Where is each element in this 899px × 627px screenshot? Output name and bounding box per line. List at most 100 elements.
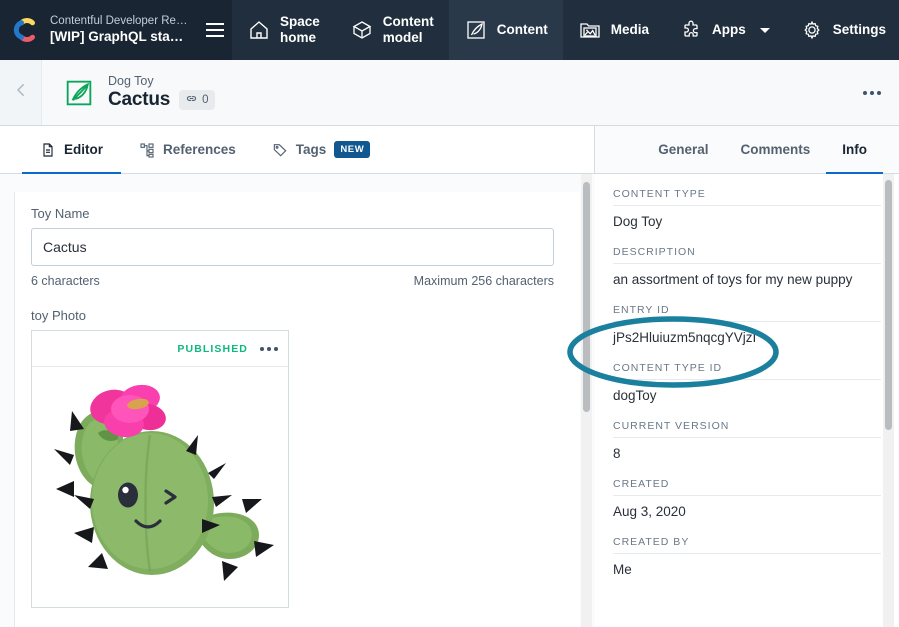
contentful-logo (12, 16, 40, 44)
entry-quill-icon (62, 76, 96, 110)
main-body: Editor References Tags NEW Toy Name Cact… (0, 126, 899, 627)
editor-pane: Editor References Tags NEW Toy Name Cact… (0, 126, 595, 627)
top-navigation-bar: Contentful Developer Rel... [WIP] GraphQ… (0, 0, 899, 60)
info-item-entry-id: ENTRY ID jPs2Hluiuzm5nqcgYVjzI (613, 304, 881, 345)
nav-item-content[interactable]: Content (448, 0, 563, 60)
references-icon (139, 142, 155, 158)
field-toy-photo: toy Photo PUBLISHED (31, 308, 564, 608)
nav-item-settings[interactable]: Settings (785, 0, 899, 60)
info-field-list: CONTENT TYPE Dog Toy DESCRIPTION an asso… (595, 174, 899, 577)
nav-label-settings: Settings (832, 22, 887, 38)
tag-icon (272, 142, 288, 158)
hamburger-icon[interactable] (198, 23, 232, 37)
info-value-created-by: Me (613, 562, 632, 577)
info-label-created-by: CREATED BY (613, 536, 881, 554)
char-count: 6 characters (31, 274, 100, 288)
nav-label-content: Content (496, 22, 548, 38)
space-name: [WIP] GraphQL starter (50, 28, 188, 44)
nav-item-media[interactable]: Media (563, 0, 664, 60)
media-image-icon (578, 18, 602, 42)
max-chars: Maximum 256 characters (413, 274, 554, 288)
nav-item-space-home[interactable]: Space home (232, 0, 335, 60)
editor-tab-bar: Editor References Tags NEW (0, 126, 594, 175)
entry-sidebar-pane: General Comments Info CONTENT TYPE Dog T… (595, 126, 899, 627)
editor-scroll-area: Toy Name Cactus 6 characters Maximum 256… (0, 174, 595, 627)
info-label-entry-id: ENTRY ID (613, 304, 881, 322)
home-icon (247, 18, 271, 42)
back-button[interactable] (0, 60, 42, 125)
nav-label-media: Media (610, 22, 650, 38)
field-label-toy-photo: toy Photo (31, 308, 86, 323)
field-label-toy-name: Toy Name (31, 206, 90, 221)
nav-label-space-home: Space home (280, 14, 320, 45)
puzzle-icon (679, 18, 703, 42)
info-value-description: an assortment of toys for my new puppy (613, 272, 853, 287)
info-item-content-type: CONTENT TYPE Dog Toy (613, 188, 881, 229)
page-title: Cactus (108, 89, 171, 110)
nav-item-content-model[interactable]: Content model (335, 0, 449, 60)
nav-item-apps[interactable]: Apps (664, 0, 785, 60)
gear-icon (800, 18, 824, 42)
info-label-content-type-id: CONTENT TYPE ID (613, 362, 881, 380)
sidebar-scrollbar-thumb[interactable] (885, 180, 892, 430)
contentful-entry-editor-window: Contentful Developer Rel... [WIP] GraphQ… (0, 0, 899, 627)
tab-comments[interactable]: Comments (724, 126, 826, 174)
info-label-created: CREATED (613, 478, 881, 496)
entry-title-block: Dog Toy Cactus 0 (108, 74, 215, 111)
tab-label-general: General (658, 142, 709, 157)
cactus-plush-image (40, 373, 280, 601)
entry-links-count: 0 (202, 94, 209, 106)
field-help-toy-name: 6 characters Maximum 256 characters (31, 274, 554, 288)
tab-general[interactable]: General (642, 126, 724, 174)
tab-label-info: Info (842, 142, 867, 157)
info-value-created: Aug 3, 2020 (613, 504, 686, 519)
toy-name-input[interactable]: Cactus (31, 228, 554, 266)
info-value-content-type-id[interactable]: dogToy (613, 380, 881, 403)
tab-label-editor: Editor (64, 142, 103, 157)
tab-label-tags: Tags (295, 142, 327, 157)
tab-info[interactable]: Info (826, 126, 883, 175)
tab-editor[interactable]: Editor (22, 126, 121, 175)
organization-name: Contentful Developer Rel... (50, 15, 188, 28)
entry-actions-button[interactable] (863, 90, 899, 95)
entry-links-badge[interactable]: 0 (179, 90, 215, 110)
brand-space-selector[interactable]: Contentful Developer Rel... [WIP] GraphQ… (0, 0, 232, 60)
chevron-left-icon (12, 81, 30, 104)
info-value-entry-id[interactable]: jPs2Hluiuzm5nqcgYVjzI (613, 322, 881, 345)
more-options-icon (863, 90, 881, 95)
chevron-down-icon-apps[interactable] (759, 27, 770, 33)
sidebar-tab-bar: General Comments Info (595, 126, 899, 175)
entry-quill-icon (464, 18, 488, 42)
info-scroll-area: CONTENT TYPE Dog Toy DESCRIPTION an asso… (595, 174, 899, 627)
status-badge-new: NEW (334, 141, 371, 158)
nav-label-apps: Apps (712, 22, 746, 38)
entry-title-row: Cactus 0 (108, 89, 215, 111)
info-value-content-type: Dog Toy (613, 214, 663, 229)
info-label-description: DESCRIPTION (613, 246, 881, 264)
field-toy-name: Toy Name Cactus 6 characters Maximum 256… (31, 206, 564, 288)
asset-options-icon[interactable] (260, 346, 278, 351)
tab-label-comments: Comments (740, 142, 811, 157)
main-nav-items: Space home Content model Content Media A… (232, 0, 899, 60)
info-item-current-version: CURRENT VERSION 8 (613, 420, 881, 461)
document-icon (40, 142, 56, 158)
tab-label-references: References (163, 142, 236, 157)
info-item-created: CREATED Aug 3, 2020 (613, 478, 881, 519)
entry-content-type-label: Dog Toy (108, 74, 154, 88)
info-value-current-version: 8 (613, 446, 621, 461)
info-item-content-type-id: CONTENT TYPE ID dogToy (613, 362, 881, 403)
brand-text: Contentful Developer Rel... [WIP] GraphQ… (50, 14, 188, 45)
status-badge-published: PUBLISHED (177, 342, 248, 355)
tab-references[interactable]: References (121, 126, 254, 174)
asset-preview (32, 367, 288, 607)
entry-header: Dog Toy Cactus 0 (0, 60, 899, 126)
editor-fields-card: Toy Name Cactus 6 characters Maximum 256… (14, 192, 580, 627)
asset-card[interactable]: PUBLISHED (31, 330, 289, 608)
editor-scrollbar-thumb[interactable] (583, 182, 590, 412)
info-item-created-by: CREATED BY Me (613, 536, 881, 577)
nav-label-content-model: Content model (382, 14, 434, 45)
asset-card-header: PUBLISHED (32, 331, 288, 367)
entry-identity: Dog Toy Cactus 0 (42, 74, 215, 111)
info-label-content-type: CONTENT TYPE (613, 188, 881, 206)
tab-tags[interactable]: Tags NEW (254, 126, 388, 174)
